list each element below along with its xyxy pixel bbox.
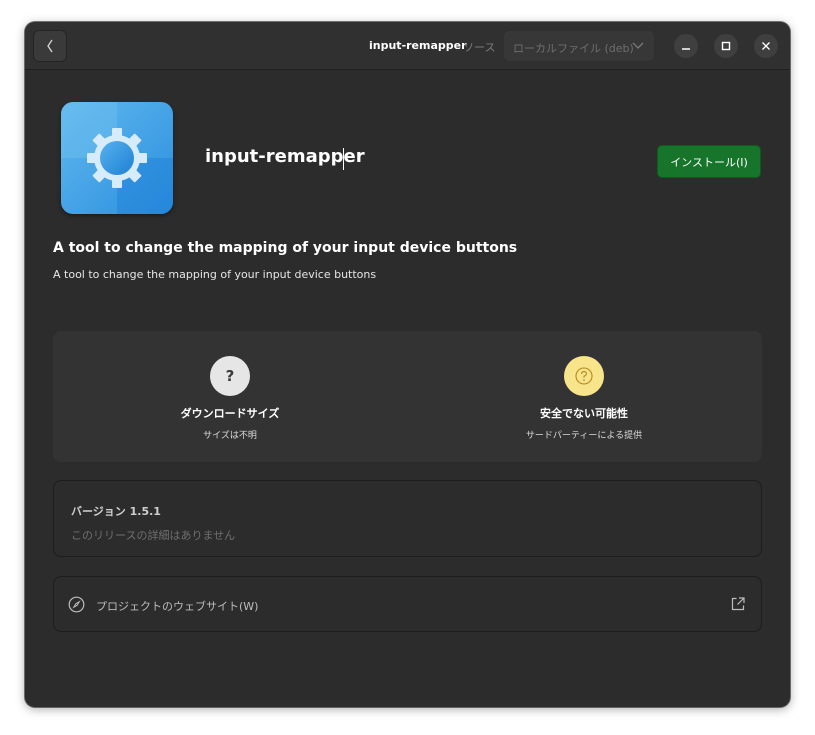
app-summary-title: A tool to change the mapping of your inp… [53,240,518,256]
project-website-label: プロジェクトのウェブサイト(W) [96,600,259,613]
app-window: input-remapper ソース ローカルファイル (deb) input-… [25,22,790,707]
install-button[interactable]: インストール(I) [657,145,761,178]
header-bar: input-remapper ソース ローカルファイル (deb) [25,22,790,70]
gear-icon [61,102,173,214]
header-title: input-remapper [369,39,467,52]
external-link-icon [731,597,745,611]
context-tiles: ? ダウンロードサイズ サイズは不明 安全でない可能性 サードパーティーによる提… [53,331,762,462]
version-title: バージョン 1.5.1 [71,505,161,518]
app-summary-text: A tool to change the mapping of your inp… [53,268,377,281]
compass-icon [68,596,85,613]
maximize-icon [721,41,731,51]
version-note: このリリースの詳細はありません [71,529,236,542]
safety-title: 安全でない可能性 [540,407,628,420]
safety-subtitle: サードパーティーによる提供 [525,431,643,441]
maximize-button[interactable] [714,34,738,58]
close-icon [762,42,770,50]
safety-question-icon [564,356,604,396]
minimize-icon [682,48,690,50]
app-icon [61,102,173,214]
download-size-tile[interactable]: ? ダウンロードサイズ サイズは不明 [53,331,407,462]
download-size-title: ダウンロードサイズ [180,407,280,420]
safety-tile[interactable]: 安全でない可能性 サードパーティーによる提供 [407,331,761,462]
download-size-subtitle: サイズは不明 [203,431,257,441]
close-button[interactable] [754,34,778,58]
chevron-left-icon [47,39,53,53]
app-name: input-remapper [205,146,365,167]
text-caret [343,148,344,170]
question-icon: ? [210,356,250,396]
chevron-down-icon [632,42,644,49]
source-dropdown-value: ローカルファイル (deb) [513,42,634,55]
back-button[interactable] [33,30,67,62]
project-website-link[interactable]: プロジェクトのウェブサイト(W) [53,576,762,632]
source-label: ソース [463,41,496,54]
minimize-button[interactable] [674,34,698,58]
version-section: バージョン 1.5.1 このリリースの詳細はありません [53,480,762,557]
source-dropdown[interactable]: ローカルファイル (deb) [503,30,655,62]
